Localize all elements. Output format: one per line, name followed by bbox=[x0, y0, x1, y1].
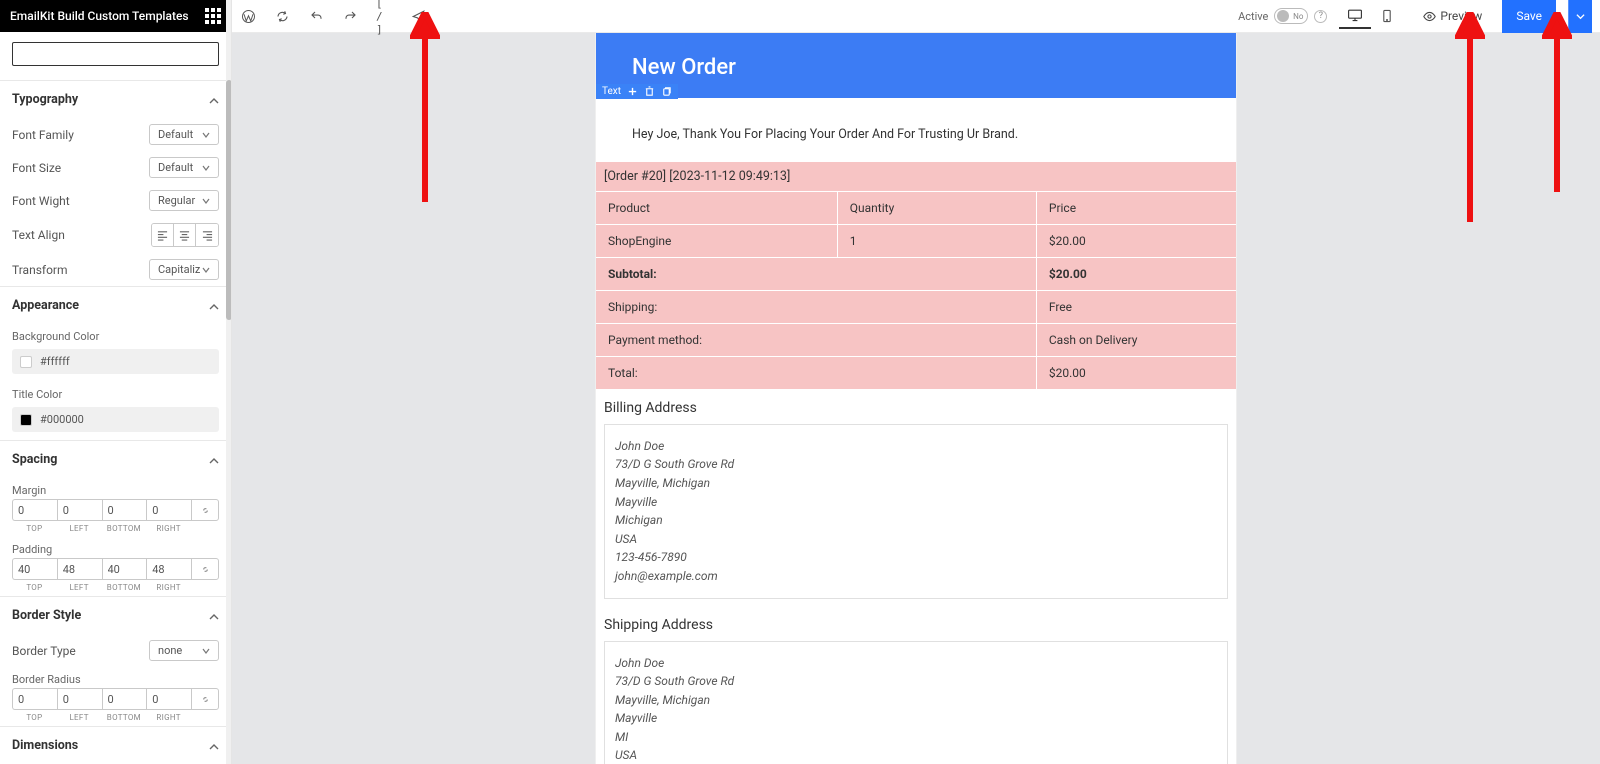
shipping-title: Shipping Address bbox=[596, 607, 1236, 641]
billing-address: John Doe73/D G South Grove RdMayville, M… bbox=[604, 424, 1228, 599]
chevron-up-icon bbox=[209, 301, 219, 311]
section-spacing[interactable]: Spacing bbox=[0, 441, 231, 478]
app-header: EmailKit Build Custom Templates bbox=[0, 0, 231, 32]
align-left-button[interactable] bbox=[152, 224, 174, 246]
radius-right-input[interactable] bbox=[146, 688, 191, 710]
margin-label: Margin bbox=[0, 478, 231, 499]
color-swatch-icon bbox=[20, 414, 32, 426]
section-appearance[interactable]: Appearance bbox=[0, 287, 231, 324]
redo-icon[interactable] bbox=[342, 8, 358, 24]
border-type-select[interactable]: none bbox=[149, 640, 219, 661]
font-weight-select[interactable]: Regular bbox=[149, 190, 219, 211]
radius-bottom-input[interactable] bbox=[102, 688, 147, 710]
chevron-up-icon bbox=[209, 611, 219, 621]
mobile-view-button[interactable] bbox=[1371, 3, 1403, 29]
copy-icon[interactable] bbox=[661, 86, 672, 97]
chevron-up-icon bbox=[209, 455, 219, 465]
delete-icon[interactable] bbox=[644, 86, 655, 97]
section-dimensions[interactable]: Dimensions bbox=[0, 727, 231, 764]
active-toggle[interactable]: No bbox=[1274, 8, 1308, 24]
radius-left-input[interactable] bbox=[57, 688, 102, 710]
wordpress-icon[interactable] bbox=[240, 8, 256, 24]
undo-icon[interactable] bbox=[308, 8, 324, 24]
section-typography[interactable]: Typography bbox=[0, 81, 231, 118]
order-table: ProductQuantityPrice ShopEngine1$20.00 S… bbox=[596, 191, 1236, 390]
preview-button[interactable]: Preview bbox=[1415, 5, 1490, 27]
table-row: Subtotal:$20.00 bbox=[596, 258, 1236, 290]
margin-bottom-input[interactable] bbox=[102, 499, 147, 521]
save-dropdown-button[interactable] bbox=[1568, 0, 1592, 33]
align-right-button[interactable] bbox=[196, 224, 218, 246]
table-row: Payment method:Cash on Delivery bbox=[596, 324, 1236, 356]
color-swatch-icon bbox=[20, 356, 32, 368]
padding-left-input[interactable] bbox=[57, 558, 102, 580]
transform-select[interactable]: Capitaliz bbox=[149, 259, 219, 280]
eye-icon bbox=[1423, 10, 1436, 23]
table-row: ShopEngine1$20.00 bbox=[596, 225, 1236, 257]
topbar: [ / ] Active No ? Preview Save bbox=[232, 0, 1600, 33]
email-heading: New Order bbox=[632, 55, 1200, 80]
active-label: Active bbox=[1238, 10, 1268, 23]
padding-link-button[interactable] bbox=[191, 558, 219, 580]
billing-title: Billing Address bbox=[596, 390, 1236, 424]
element-toolbar: Text bbox=[596, 84, 678, 99]
align-center-button[interactable] bbox=[174, 224, 196, 246]
section-border[interactable]: Border Style bbox=[0, 597, 231, 634]
email-canvas[interactable]: New Order Text Hey Joe, Thank You For Pl… bbox=[596, 33, 1236, 764]
font-size-select[interactable]: Default bbox=[149, 157, 219, 178]
padding-top-input[interactable] bbox=[12, 558, 57, 580]
font-family-select[interactable]: Default bbox=[149, 124, 219, 145]
help-icon[interactable]: ? bbox=[1314, 10, 1327, 23]
send-icon[interactable] bbox=[410, 8, 426, 24]
desktop-view-button[interactable] bbox=[1339, 3, 1371, 29]
radius-top-input[interactable] bbox=[12, 688, 57, 710]
element-type-label: Text bbox=[602, 86, 621, 97]
app-title: EmailKit Build Custom Templates bbox=[10, 9, 189, 23]
radius-link-button[interactable] bbox=[191, 688, 219, 710]
table-row: Shipping:Free bbox=[596, 291, 1236, 323]
shortcode-icon[interactable]: [ / ] bbox=[376, 8, 392, 24]
refresh-icon[interactable] bbox=[274, 8, 290, 24]
email-body-text[interactable]: Hey Joe, Thank You For Placing Your Orde… bbox=[596, 98, 1236, 161]
padding-bottom-input[interactable] bbox=[102, 558, 147, 580]
text-align-group bbox=[151, 223, 219, 247]
title-color-input[interactable]: #000000 bbox=[12, 407, 219, 432]
shipping-address: John Doe73/D G South Grove RdMayville, M… bbox=[604, 641, 1228, 764]
table-row: Total:$20.00 bbox=[596, 357, 1236, 389]
padding-label: Padding bbox=[0, 537, 231, 558]
margin-left-input[interactable] bbox=[57, 499, 102, 521]
border-radius-label: Border Radius bbox=[0, 667, 231, 688]
margin-top-input[interactable] bbox=[12, 499, 57, 521]
save-button[interactable]: Save bbox=[1502, 0, 1556, 33]
chevron-up-icon bbox=[209, 95, 219, 105]
element-preview-box bbox=[12, 42, 219, 66]
table-header-row: ProductQuantityPrice bbox=[596, 192, 1236, 224]
padding-right-input[interactable] bbox=[146, 558, 191, 580]
apps-grid-icon[interactable] bbox=[205, 8, 221, 24]
bg-color-input[interactable]: #ffffff bbox=[12, 349, 219, 374]
margin-link-button[interactable] bbox=[191, 499, 219, 521]
title-color-label: Title Color bbox=[0, 382, 231, 403]
add-icon[interactable] bbox=[627, 86, 638, 97]
order-meta: [Order #20] [2023-11-12 09:49:13] bbox=[596, 161, 1236, 191]
bg-color-label: Background Color bbox=[0, 324, 231, 345]
chevron-up-icon bbox=[209, 741, 219, 751]
margin-right-input[interactable] bbox=[146, 499, 191, 521]
email-header-block[interactable]: New Order Text bbox=[596, 33, 1236, 98]
